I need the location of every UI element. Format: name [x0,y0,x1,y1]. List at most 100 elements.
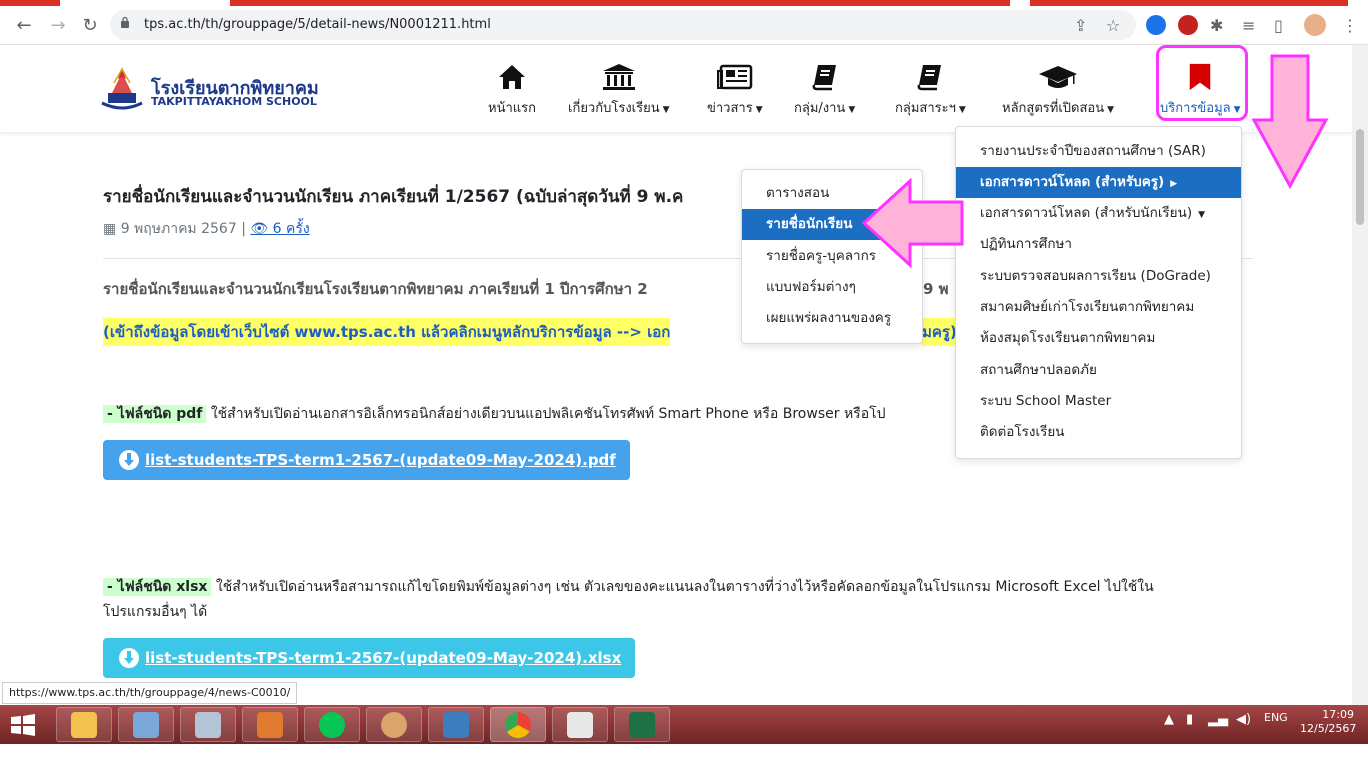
site-header: โรงเรียนตากพิทยาคม TAKPITTAYAKHOM SCHOOL… [0,45,1352,132]
left-arrow-annotation [861,178,964,268]
calculator-icon [195,712,221,738]
taskbar-reader[interactable] [552,707,608,742]
document-icon [567,712,593,738]
page-scrollbar[interactable] [1352,45,1368,705]
menu-curriculum[interactable]: หลักสูตรที่เปิดสอน ▼ [1002,63,1114,118]
bottom-margin [0,744,1368,766]
caret-down-icon: ▼ [1198,210,1206,220]
dropdown-item-contact[interactable]: ติดต่อโรงเรียน [956,417,1241,448]
xlsx-download-button[interactable]: list-students-TPS-term1-2567-(update09-M… [103,638,636,678]
lock-icon [121,16,129,28]
graduation-cap-icon [1039,66,1078,88]
forward-arrow-icon[interactable]: → [46,14,70,38]
article-meta: ▦ 9 พฤษภาคม 2567 | 👁 6 ครั้ง [103,221,310,237]
windows-start-icon[interactable] [10,714,36,736]
extension-icon[interactable] [1178,15,1198,35]
clock[interactable]: 17:09 12/5/2567 [1300,708,1356,736]
article-paragraph: รายชื่อนักเรียนและจำนวนนักเรียนโรงเรียนต… [103,280,648,298]
article-instructions: (เข้าถึงข้อมูลโดยเข้าเว็บไซต์ www.tps.ac… [103,318,671,346]
article-date: 9 พฤษภาคม 2567 [120,221,237,237]
avatar[interactable] [1304,14,1326,36]
menu-highlight-box [1156,45,1248,121]
article-paragraph-tail: 9 พ [923,280,949,298]
media-player-icon [257,712,283,738]
photos-icon [443,712,469,738]
taskbar-excel[interactable] [614,707,670,742]
share-icon[interactable]: ⇪ [1074,16,1087,35]
newspaper-icon [716,64,753,90]
view-count-link[interactable]: 👁 6 ครั้ง [250,221,309,237]
tray-chevron-icon[interactable]: ▲ [1164,712,1174,727]
network-icon[interactable]: ▮ [1186,712,1193,727]
menu-news[interactable]: ข่าวสาร ▼ [707,63,763,118]
menu-home[interactable]: หน้าแรก [488,63,536,118]
media-icon[interactable]: ≡ [1242,16,1255,35]
taskbar-media[interactable] [242,707,298,742]
dropdown-item-sar[interactable]: รายงานประจำปีของสถานศึกษา (SAR) [956,136,1241,167]
taskbar-explorer[interactable] [56,707,112,742]
taskbar-app[interactable] [118,707,174,742]
article-title: รายชื่อนักเรียนและจำนวนนักเรียน ภาคเรียน… [103,187,684,207]
school-logo-icon[interactable] [100,65,144,111]
kebab-menu-icon[interactable]: ⋮ [1342,16,1358,35]
xlsx-tag: - ไฟล์ชนิด xlsx [103,578,212,596]
volume-icon[interactable]: ◀) [1236,712,1251,727]
dropdown-item-school-master[interactable]: ระบบ School Master [956,386,1241,417]
article-instructions-tail: มครู) [922,318,957,346]
folder-icon [71,712,97,738]
calendar-icon: ▦ [103,221,117,237]
taskbar-calculator[interactable] [180,707,236,742]
home-icon [499,65,525,89]
status-url: https://www.tps.ac.th/th/grouppage/4/new… [2,682,298,704]
dropdown-item-teacher-downloads[interactable]: เอกสารดาวน์โหลด (สำหรับครู) ▶ [956,167,1241,198]
extension-icon[interactable] [1146,15,1166,35]
bookmark-star-icon[interactable]: ☆ [1106,16,1120,35]
institution-icon [602,64,635,90]
address-bar[interactable]: tps.ac.th/th/grouppage/5/detail-news/N00… [110,10,1136,40]
chrome-icon [505,712,531,738]
tab-strip [1030,0,1348,6]
book-icon [917,65,942,91]
dropdown-item-dograde[interactable]: ระบบตรวจสอบผลการเรียน (DoGrade) [956,261,1241,292]
app-icon [133,712,159,738]
submenu-item-teacher-works[interactable]: เผยแพร่ผลงานของครู [742,303,922,334]
taskbar-photos[interactable] [428,707,484,742]
side-panel-icon[interactable]: ▯ [1274,16,1283,35]
puzzle-icon[interactable]: ✱ [1210,16,1223,35]
browser-toolbar: ← → ↻ tps.ac.th/th/grouppage/5/detail-ne… [0,0,1368,45]
pdf-tag: - ไฟล์ชนิด pdf [103,405,207,423]
pdf-description: - ไฟล์ชนิด pdf ใช้สำหรับเปิดอ่านเอกสารอิ… [103,403,886,425]
dropdown-item-calendar[interactable]: ปฏิทินการศึกษา [956,229,1241,260]
menu-about[interactable]: เกี่ยวกับโรงเรียน ▼ [568,63,670,118]
menu-subject-groups[interactable]: กลุ่มสาระฯ ▼ [895,63,966,118]
down-arrow-annotation [1252,54,1329,190]
reload-icon[interactable]: ↻ [78,14,102,38]
scrollbar-thumb[interactable] [1356,129,1364,225]
xlsx-description-line2: โปรแกรมอื่นๆ ได้ [103,604,208,620]
taskbar-paint[interactable] [366,707,422,742]
tab-strip [0,0,60,6]
dropdown-item-student-downloads[interactable]: เอกสารดาวน์โหลด (สำหรับนักเรียน) ▼ [956,198,1241,229]
url-text: tps.ac.th/th/grouppage/5/detail-news/N00… [144,17,491,32]
taskbar [0,705,1368,744]
caret-right-icon: ▶ [1170,179,1178,189]
signal-icon[interactable]: ▂▄ [1208,712,1228,727]
taskbar-line[interactable] [304,707,360,742]
download-icon [119,648,139,668]
dropdown-item-alumni[interactable]: สมาคมศิษย์เก่าโรงเรียนตากพิทยาคม [956,292,1241,323]
download-icon [119,450,139,470]
paint-icon [381,712,407,738]
info-services-dropdown: รายงานประจำปีของสถานศึกษา (SAR) เอกสารดา… [955,126,1242,459]
submenu-item-forms[interactable]: แบบฟอร์มต่างๆ [742,272,922,303]
dropdown-item-library[interactable]: ห้องสมุดโรงเรียนตากพิทยาคม [956,323,1241,354]
xlsx-description: - ไฟล์ชนิด xlsx ใช้สำหรับเปิดอ่านหรือสาม… [103,576,1154,598]
line-icon [319,712,345,738]
back-arrow-icon[interactable]: ← [12,14,36,38]
eye-icon: 👁 [250,221,269,237]
menu-departments[interactable]: กลุ่ม/งาน ▼ [794,63,855,118]
dropdown-item-safe-school[interactable]: สถานศึกษาปลอดภัย [956,355,1241,386]
pdf-download-button[interactable]: list-students-TPS-term1-2567-(update09-M… [103,440,630,480]
tab-strip [230,0,1010,6]
input-language[interactable]: ENG [1264,711,1288,724]
taskbar-chrome[interactable] [490,707,546,742]
